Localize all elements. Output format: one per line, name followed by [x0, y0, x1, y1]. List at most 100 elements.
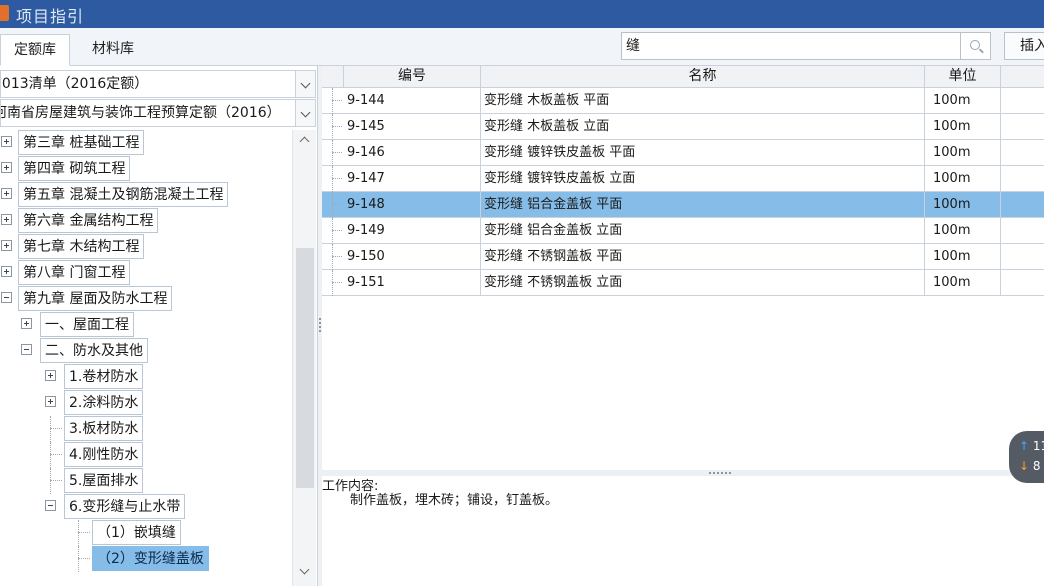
tree-item-label: 第八章 门窗工程	[18, 260, 131, 285]
expand-icon[interactable]	[21, 318, 32, 329]
tree-item[interactable]: （1）嵌填缝	[0, 520, 292, 546]
tree-item-label: 二、防水及其他	[40, 338, 148, 363]
network-speed-badge[interactable]: ↑ 11 ↓ 8	[1009, 431, 1044, 483]
tree-item-label: 第四章 砌筑工程	[18, 156, 131, 181]
tree-item[interactable]: 3.板材防水	[0, 416, 292, 442]
app-icon	[0, 5, 9, 21]
chapter-tree: 第三章 桩基础工程 第四章 砌筑工程 第五章 混凝土及钢筋混凝土工程 第六章 金属结构…	[0, 130, 292, 586]
tree-item-label: 5.屋面排水	[64, 468, 144, 493]
scroll-up-icon[interactable]	[299, 136, 310, 147]
table-row[interactable]: 9-145 变形缝 木板盖板 立面 100m	[322, 114, 1044, 140]
cell-name: 变形缝 镀锌铁皮盖板 平面	[481, 140, 925, 166]
search-input[interactable]: 缝	[621, 32, 961, 60]
table-row[interactable]: 9-150 变形缝 不锈钢盖板 平面 100m	[322, 244, 1044, 270]
upload-value: 11	[1032, 439, 1044, 453]
row-connector	[332, 100, 342, 101]
expand-icon[interactable]	[45, 396, 56, 407]
tree-item-label: 第三章 桩基础工程	[18, 130, 145, 155]
row-connector	[332, 126, 342, 127]
search-button[interactable]	[961, 32, 991, 60]
row-connector	[332, 140, 333, 166]
header-indicator	[322, 66, 344, 88]
tree-item-label: 第五章 混凝土及钢筋混凝土工程	[18, 182, 229, 207]
tree-connector	[50, 454, 62, 455]
row-connector	[332, 256, 342, 257]
column-header-unit[interactable]: 单位	[925, 66, 1001, 88]
cell-extra	[1001, 88, 1044, 114]
collapse-icon[interactable]	[21, 344, 32, 355]
row-connector	[332, 166, 333, 192]
tree-item[interactable]: 2.涂料防水	[0, 390, 292, 416]
expand-icon[interactable]	[1, 240, 12, 251]
cell-name: 变形缝 不锈钢盖板 平面	[481, 244, 925, 270]
cell-extra	[1001, 166, 1044, 192]
row-connector	[332, 152, 342, 153]
title-bar: 项目指引	[0, 0, 1044, 28]
tree-item[interactable]: 4.刚性防水	[0, 442, 292, 468]
tree-item-label: 第七章 木结构工程	[18, 234, 145, 259]
chevron-down-icon[interactable]	[295, 100, 315, 126]
column-header-name[interactable]: 名称	[481, 66, 925, 88]
row-connector	[332, 204, 342, 205]
tab-material-library[interactable]: 材料库	[70, 34, 156, 66]
tree-connector	[50, 468, 51, 494]
tree-connector	[78, 520, 79, 546]
tree-item[interactable]: 一、屋面工程	[0, 312, 292, 338]
expand-icon[interactable]	[1, 214, 12, 225]
cell-name: 变形缝 镀锌铁皮盖板 立面	[481, 166, 925, 192]
tree-item[interactable]: 第九章 屋面及防水工程	[0, 286, 292, 312]
cell-name: 变形缝 铝合金盖板 立面	[481, 218, 925, 244]
expand-icon[interactable]	[1, 136, 12, 147]
cell-extra	[1001, 218, 1044, 244]
tree-item[interactable]: 二、防水及其他	[0, 338, 292, 364]
splitter-grip-icon	[709, 472, 731, 474]
table-row[interactable]: 9-146 变形缝 镀锌铁皮盖板 平面 100m	[322, 140, 1044, 166]
tree-item[interactable]: 第八章 门窗工程	[0, 260, 292, 286]
cell-code: 9-144	[344, 88, 481, 114]
collapse-icon[interactable]	[45, 500, 56, 511]
cell-extra	[1001, 140, 1044, 166]
table-row[interactable]: 9-144 变形缝 木板盖板 平面 100m	[322, 88, 1044, 114]
tree-item[interactable]: 6.变形缝与止水带	[0, 494, 292, 520]
tree-item[interactable]: 第三章 桩基础工程	[0, 130, 292, 156]
table-row[interactable]: 9-147 变形缝 镀锌铁皮盖板 立面 100m	[322, 166, 1044, 192]
tree-item[interactable]: 第六章 金属结构工程	[0, 208, 292, 234]
cell-code: 9-145	[344, 114, 481, 140]
expand-icon[interactable]	[1, 266, 12, 277]
tree-item[interactable]: 第四章 砌筑工程	[0, 156, 292, 182]
work-content-text: 制作盖板，埋木砖；铺设，钉盖板。	[350, 493, 559, 508]
chevron-down-icon[interactable]	[295, 71, 315, 97]
arrow-up-icon: ↑	[1019, 439, 1030, 453]
collapse-icon[interactable]	[1, 292, 12, 303]
quota-selector-value: 河南省房屋建筑与装饰工程预算定额（2016）	[0, 105, 281, 121]
quota-selector[interactable]: 河南省房屋建筑与装饰工程预算定额（2016）	[0, 99, 316, 127]
cell-code: 9-149	[344, 218, 481, 244]
row-connector	[332, 178, 342, 179]
tree-item-label: （1）嵌填缝	[92, 520, 181, 545]
cell-extra	[1001, 270, 1044, 296]
expand-icon[interactable]	[45, 370, 56, 381]
table-row[interactable]: 9-148 变形缝 铝合金盖板 平面 100m	[322, 192, 1044, 218]
insert-button[interactable]: 插入	[1004, 32, 1044, 60]
splitter-grip-icon	[319, 318, 321, 332]
list-selector[interactable]: 2013清单（2016定额）	[0, 70, 316, 98]
cell-code: 9-150	[344, 244, 481, 270]
tree-item[interactable]: 第五章 混凝土及钢筋混凝土工程	[0, 182, 292, 208]
cell-unit: 100m	[925, 218, 1001, 244]
tree-item[interactable]: 1.卷材防水	[0, 364, 292, 390]
cell-code: 9-147	[344, 166, 481, 192]
expand-icon[interactable]	[1, 188, 12, 199]
column-header-code[interactable]: 编号	[344, 66, 481, 88]
expand-icon[interactable]	[1, 162, 12, 173]
scroll-down-icon[interactable]	[299, 564, 310, 575]
table-row[interactable]: 9-151 变形缝 不锈钢盖板 立面 100m	[322, 270, 1044, 296]
tree-item[interactable]: 第七章 木结构工程	[0, 234, 292, 260]
tree-item[interactable]: 5.屋面排水	[0, 468, 292, 494]
tree-scrollbar[interactable]	[292, 130, 316, 586]
cell-name: 变形缝 木板盖板 平面	[481, 88, 925, 114]
table-row[interactable]: 9-149 变形缝 铝合金盖板 立面 100m	[322, 218, 1044, 244]
scrollbar-thumb[interactable]	[296, 248, 314, 488]
tree-item[interactable]: （2）变形缝盖板	[0, 546, 292, 572]
cell-name: 变形缝 不锈钢盖板 立面	[481, 270, 925, 296]
tab-quota-library[interactable]: 定额库	[0, 34, 70, 66]
